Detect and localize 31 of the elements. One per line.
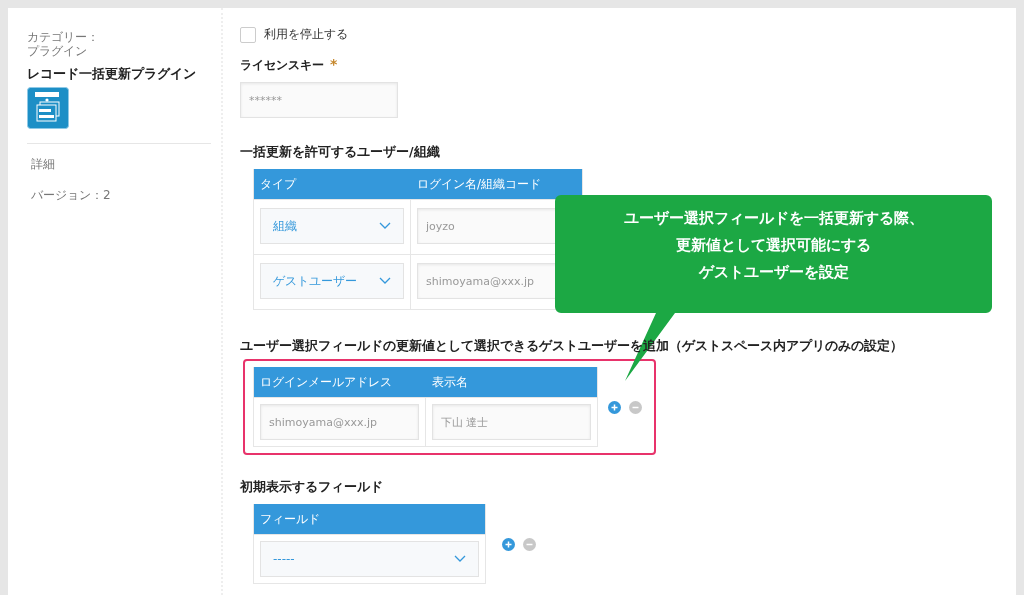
chevron-down-icon (454, 555, 466, 563)
section-title: 初期表示するフィールド (240, 479, 383, 496)
sidebar-item[interactable]: バージョン：2 (31, 187, 211, 204)
category-label: カテゴリー： (27, 30, 100, 44)
category-text: プラグイン (27, 44, 88, 59)
column-header: タイプ (254, 169, 411, 199)
section-title: ライセンスキー (240, 57, 324, 74)
annotation-tooltip-text: ユーザー選択フィールドを一括更新する際、 更新値として選択可能にする ゲストユーザーを設定 (622, 208, 925, 283)
dropdown[interactable]: ----- (260, 541, 479, 577)
dropdown[interactable]: 組織 (260, 208, 404, 244)
checkbox-label: 利用を停止する (264, 26, 348, 43)
text-field[interactable]: shimoyama@xxx.jp (260, 404, 419, 440)
dropdown[interactable]: ゲストユーザー (260, 263, 404, 299)
column-header: 表示名 (426, 367, 597, 397)
sidebar-item[interactable]: 詳細 (31, 156, 211, 173)
text-field[interactable]: 下山 達士 (432, 404, 591, 440)
column-header: ログインメールアドレス (254, 367, 426, 397)
remove-icon[interactable] (523, 537, 536, 551)
remove-icon[interactable] (629, 401, 642, 414)
add-icon[interactable] (608, 401, 621, 414)
checkbox[interactable] (240, 26, 256, 43)
required-mark: * (330, 56, 338, 72)
plugin-icon (27, 87, 69, 129)
chevron-down-icon (379, 222, 391, 230)
chevron-down-icon (379, 277, 391, 285)
column-header: ログイン名/組織コード (411, 169, 582, 199)
add-icon[interactable] (502, 537, 515, 551)
section-title: 一括更新を許可するユーザー/組織 (240, 144, 440, 161)
license-field[interactable]: ****** (240, 82, 398, 118)
column-header: フィールド (254, 504, 485, 534)
plugin-name: レコード一括更新プラグイン (27, 65, 197, 83)
